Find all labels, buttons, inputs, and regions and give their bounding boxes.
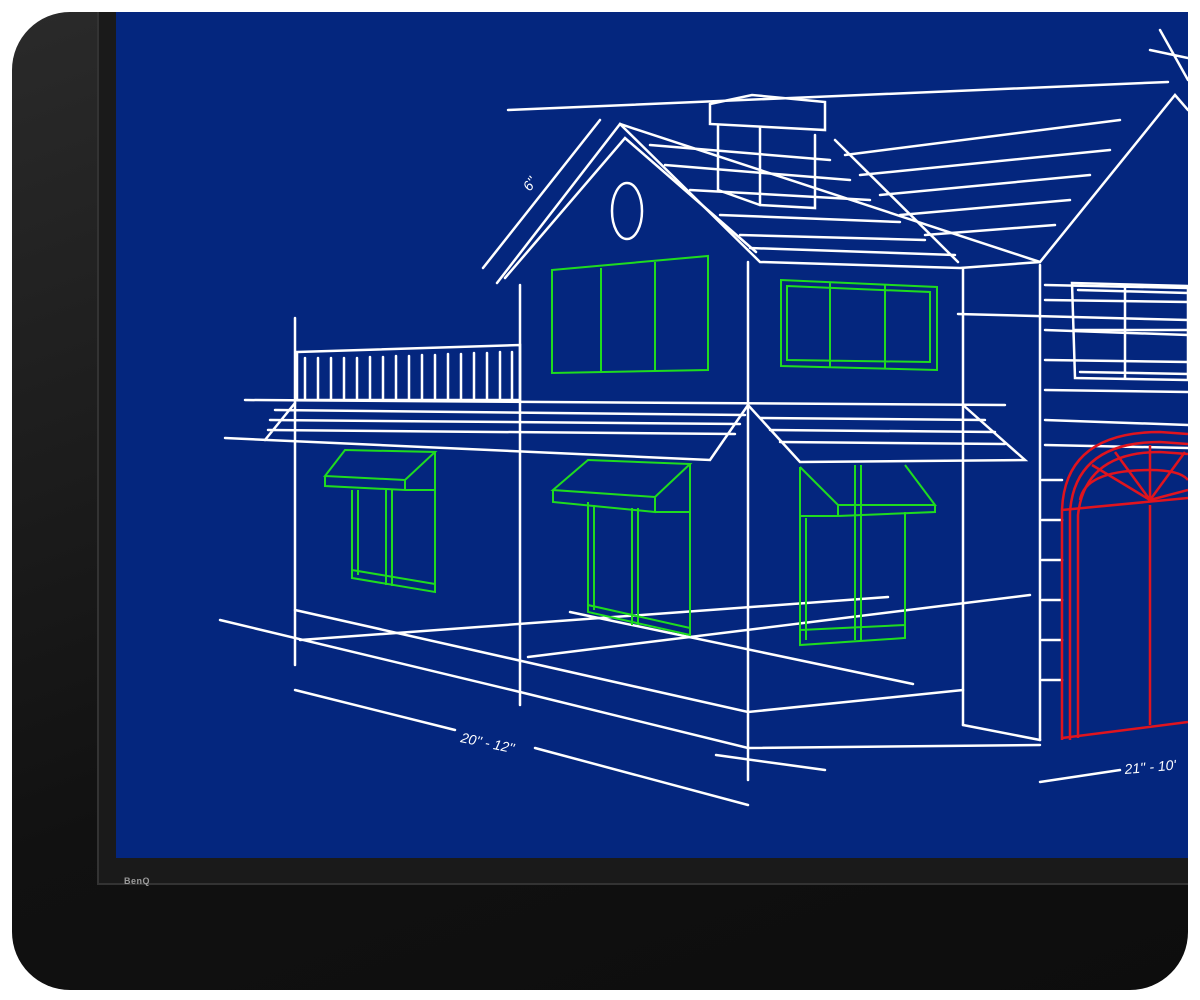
dimension-roof: 6'' [519, 173, 540, 194]
house-outline [218, 28, 1188, 807]
green-windows [323, 254, 938, 647]
red-arched-door [1060, 430, 1188, 740]
brand-logo: BenQ [124, 876, 151, 886]
dimension-right: 21'' - 10' [1123, 756, 1178, 777]
blueprint-drawing: 6'' 20'' - 12'' 21'' - 10' [218, 28, 1188, 807]
dimension-left: 20'' - 12'' [458, 729, 517, 756]
display-screen: 6'' 20'' - 12'' 21'' - 10' [116, 12, 1188, 858]
